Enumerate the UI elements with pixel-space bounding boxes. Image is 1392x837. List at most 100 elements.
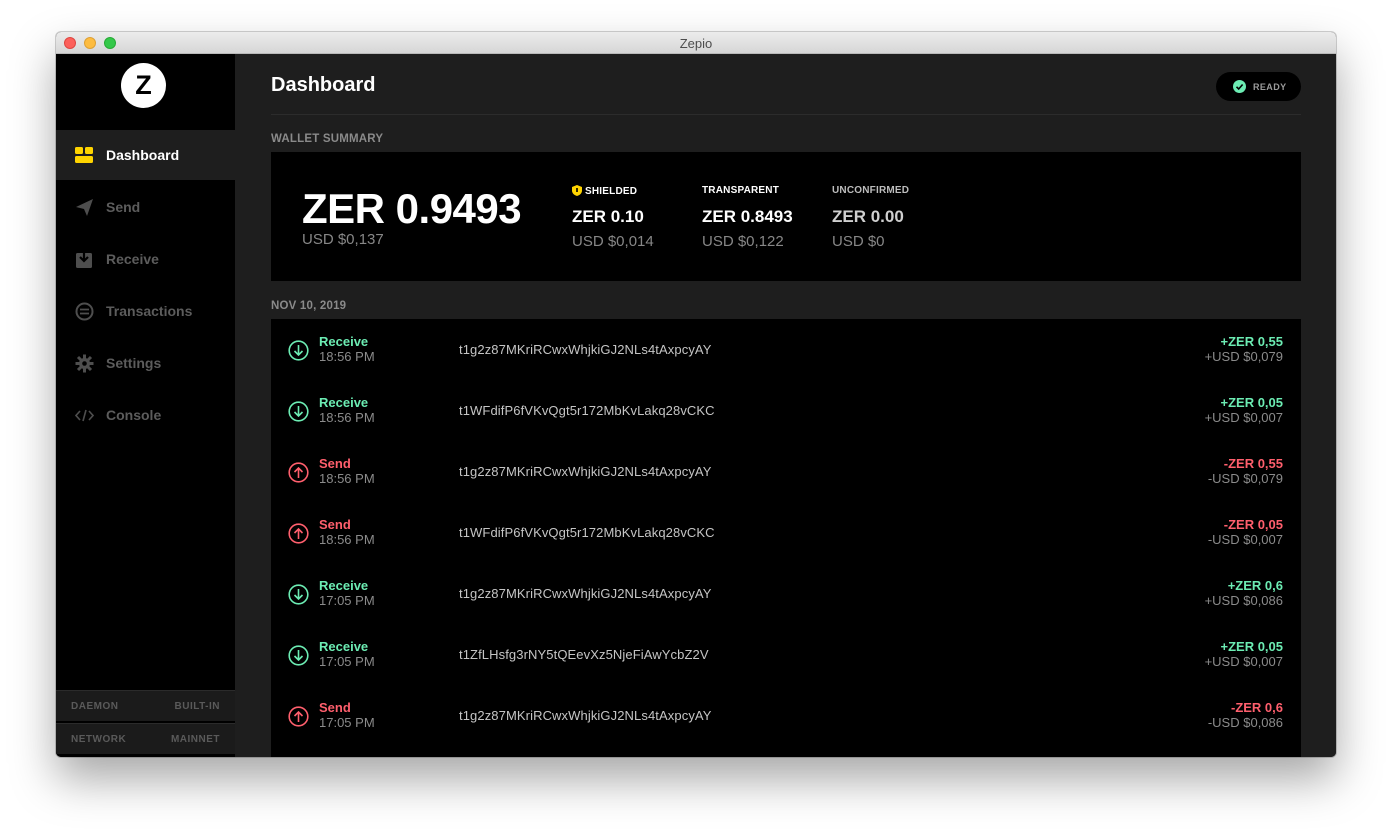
transaction-list: Receive 18:56 PM t1g2z87MKriRCwxWhjkiGJ2… <box>271 319 1301 757</box>
sidebar-item-dashboard[interactable]: Dashboard <box>56 130 235 180</box>
transaction-address: t1WFdifP6fVKvQgt5r172MbKvLakq28vCKC <box>459 525 715 540</box>
sidebar: Z Dashboard Send Receive Transactions Se… <box>56 54 235 757</box>
send-arrow-icon <box>288 462 309 483</box>
transaction-time: 17:05 PM <box>319 593 375 608</box>
total-balance-usd: USD $0,137 <box>302 231 384 248</box>
title-bar: Zepio <box>56 32 1336 54</box>
network-status: NETWORK MAINNET <box>56 723 235 754</box>
transparent-label: TRANSPARENT <box>702 185 780 196</box>
page-title: Dashboard <box>271 74 376 96</box>
status-value: MAINNET <box>170 734 220 745</box>
status-value: BUILT-IN <box>174 701 220 712</box>
transaction-amount: -ZER 0,05 <box>1223 517 1283 532</box>
transaction-row[interactable]: Receive 18:56 PM t1WFdifP6fVKvQgt5r172Mb… <box>271 380 1301 441</box>
transaction-type: Receive <box>319 578 369 593</box>
transaction-type: Send <box>319 517 351 532</box>
sidebar-item-receive[interactable]: Receive <box>56 234 235 286</box>
transaction-amount: +ZER 0,05 <box>1220 639 1283 654</box>
main-content: Dashboard READY WALLET SUMMARY ZER 0.949… <box>235 54 1336 757</box>
send-arrow-icon <box>288 706 309 727</box>
transaction-type: Send <box>319 700 351 715</box>
wallet-summary-label: WALLET SUMMARY <box>271 133 384 145</box>
shielded-usd: USD $0,014 <box>572 233 654 250</box>
transaction-time: 18:56 PM <box>319 349 375 364</box>
transaction-time: 18:56 PM <box>319 471 375 486</box>
transaction-usd: -USD $0,079 <box>1207 471 1283 486</box>
transaction-row[interactable]: Send 18:56 PM t1WFdifP6fVKvQgt5r172MbKvL… <box>271 502 1301 563</box>
wallet-summary-card: ZER 0.9493 USD $0,137 SHIELDED ZER 0.10 … <box>271 152 1301 281</box>
transactions-icon <box>75 302 94 321</box>
transaction-time: 17:05 PM <box>319 715 375 730</box>
sidebar-item-label: Settings <box>106 355 162 371</box>
transaction-usd: -USD $0,007 <box>1207 532 1283 547</box>
sidebar-item-console[interactable]: Console <box>56 390 235 442</box>
receive-icon <box>76 251 92 268</box>
sidebar-item-transactions[interactable]: Transactions <box>56 286 235 338</box>
status-key: DAEMON <box>71 701 119 712</box>
shielded-amount: ZER 0.10 <box>572 207 644 226</box>
transaction-address: t1g2z87MKriRCwxWhjkiGJ2NLs4tAxpcyAY <box>459 464 712 479</box>
unconfirmed-balance: UNCONFIRMED ZER 0.00 USD $0 <box>832 185 909 250</box>
transaction-row[interactable]: Receive 17:05 PM t1ZfLHsfg3rNY5tQEevXz5N… <box>271 624 1301 685</box>
gear-icon <box>75 354 94 373</box>
receive-arrow-icon <box>288 340 309 361</box>
transaction-usd: +USD $0,086 <box>1204 593 1283 608</box>
sidebar-item-settings[interactable]: Settings <box>56 338 235 390</box>
sidebar-item-label: Console <box>106 407 162 423</box>
sidebar-nav: Dashboard Send Receive Transactions Sett… <box>56 130 235 442</box>
transaction-amount: +ZER 0,05 <box>1220 395 1283 410</box>
status-text: READY <box>1253 82 1287 92</box>
transaction-time: 17:05 PM <box>319 654 375 669</box>
unconfirmed-usd: USD $0 <box>832 233 885 250</box>
transaction-usd: +USD $0,007 <box>1204 654 1283 669</box>
sidebar-item-label: Dashboard <box>106 147 180 163</box>
shielded-balance: SHIELDED ZER 0.10 USD $0,014 <box>572 185 654 250</box>
transaction-row[interactable]: Send 17:05 PM t1g2z87MKriRCwxWhjkiGJ2NLs… <box>271 685 1301 746</box>
header-divider <box>271 114 1301 115</box>
status-key: NETWORK <box>71 734 127 745</box>
unconfirmed-label: UNCONFIRMED <box>832 185 910 196</box>
sidebar-item-label: Transactions <box>106 303 193 319</box>
transaction-type: Receive <box>319 334 369 349</box>
transaction-usd: +USD $0,007 <box>1204 410 1283 425</box>
sidebar-item-send[interactable]: Send <box>56 182 235 234</box>
transaction-amount: +ZER 0,55 <box>1220 334 1283 349</box>
receive-arrow-icon <box>288 645 309 666</box>
transparent-amount: ZER 0.8493 <box>702 207 793 226</box>
sidebar-item-label: Send <box>106 199 141 215</box>
transaction-address: t1ZfLHsfg3rNY5tQEevXz5NjeFiAwYcbZ2V <box>459 647 709 662</box>
receive-arrow-icon <box>288 584 309 605</box>
daemon-status: DAEMON BUILT-IN <box>56 690 235 721</box>
dashboard-icon <box>75 147 93 163</box>
transparent-usd: USD $0,122 <box>702 233 784 250</box>
transaction-row[interactable]: Receive 18:56 PM t1g2z87MKriRCwxWhjkiGJ2… <box>271 319 1301 380</box>
transparent-balance: TRANSPARENT ZER 0.8493 USD $0,122 <box>702 185 793 250</box>
transaction-address: t1g2z87MKriRCwxWhjkiGJ2NLs4tAxpcyAY <box>459 342 712 357</box>
transaction-amount: -ZER 0,6 <box>1230 700 1283 715</box>
transaction-address: t1WFdifP6fVKvQgt5r172MbKvLakq28vCKC <box>459 403 715 418</box>
code-icon <box>75 409 94 422</box>
transaction-usd: -USD $0,086 <box>1207 715 1283 730</box>
transaction-type: Receive <box>319 639 369 654</box>
sidebar-item-label: Receive <box>106 251 159 267</box>
transaction-amount: +ZER 0,6 <box>1227 578 1283 593</box>
app-window: Zepio Z Dashboard Send Receive Transacti… <box>56 32 1336 757</box>
send-icon <box>76 199 93 216</box>
transaction-type: Send <box>319 456 351 471</box>
total-balance: ZER 0.9493 <box>302 185 522 232</box>
unconfirmed-amount: ZER 0.00 <box>832 207 904 226</box>
transaction-time: 18:56 PM <box>319 532 375 547</box>
send-arrow-icon <box>288 523 309 544</box>
transaction-usd: +USD $0,079 <box>1204 349 1283 364</box>
receive-arrow-icon <box>288 401 309 422</box>
transaction-row[interactable]: Receive 17:05 PM t1g2z87MKriRCwxWhjkiGJ2… <box>271 563 1301 624</box>
status-badge[interactable]: READY <box>1216 72 1301 101</box>
zepio-logo[interactable]: Z <box>121 63 166 108</box>
shielded-label: SHIELDED <box>572 185 654 199</box>
transaction-type: Receive <box>319 395 369 410</box>
check-circle-icon <box>1233 80 1246 93</box>
transactions-date-label: NOV 10, 2019 <box>271 300 347 312</box>
transaction-row[interactable]: Send 18:56 PM t1g2z87MKriRCwxWhjkiGJ2NLs… <box>271 441 1301 502</box>
transaction-address: t1g2z87MKriRCwxWhjkiGJ2NLs4tAxpcyAY <box>459 708 712 723</box>
shield-icon <box>572 185 582 196</box>
